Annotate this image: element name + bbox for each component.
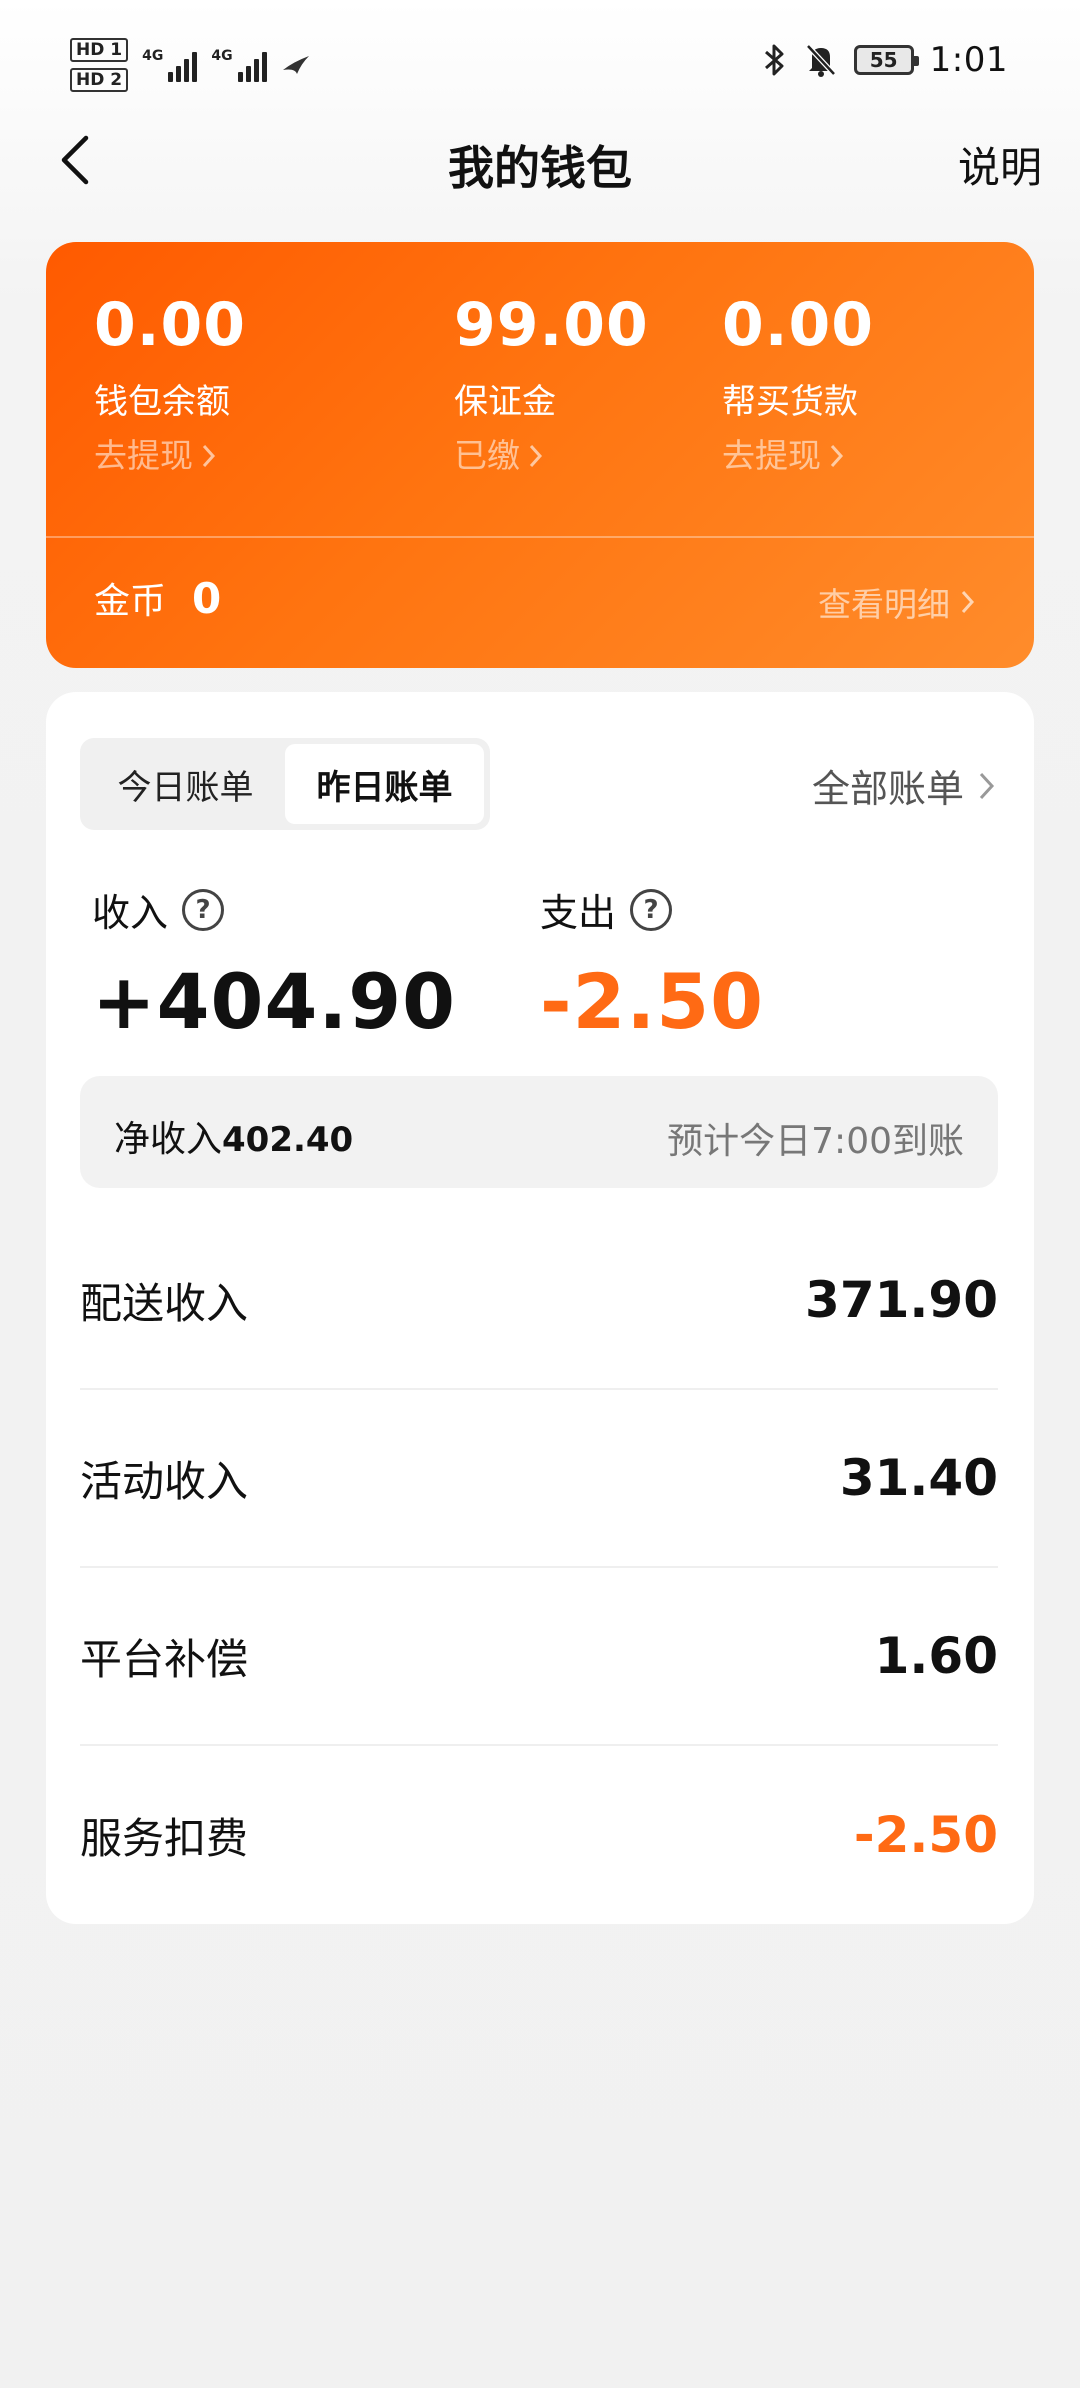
expense-help-icon[interactable]: ? — [630, 888, 673, 931]
deposit-status-label: 已缴 — [454, 436, 520, 475]
row-label: 平台补偿 — [80, 1634, 249, 1684]
wallet-summary-card: 0.00 钱包余额 去提现 99.00 保证金 已缴 0.00 帮买货款 去提现 — [46, 242, 1034, 668]
bill-period-tabs: 今日账单 昨日账单 — [80, 738, 490, 830]
purchase-funds-col: 0.00 帮买货款 去提现 — [722, 290, 874, 476]
purchase-funds-label: 帮买货款 — [722, 382, 858, 422]
status-right: 55 1:01 — [762, 40, 1008, 80]
chevron-right-icon — [529, 444, 543, 468]
status-left: HD 1 HD 2 4G 4G — [70, 38, 311, 92]
chevron-right-icon — [202, 444, 216, 468]
bill-card: 今日账单 昨日账单 全部账单 收入 ? +404.90 支出 ? -2.50 净… — [46, 692, 1034, 1924]
hd2-badge: HD 2 — [70, 68, 129, 92]
deposit-status-link[interactable]: 已缴 — [454, 436, 649, 476]
bluetooth-icon — [764, 44, 784, 76]
bill-breakdown-list: 配送收入 371.90 活动收入 31.40 平台补偿 1.60 服务扣费 -2… — [80, 1212, 998, 1924]
list-item: 平台补偿 1.60 — [80, 1568, 998, 1746]
network-label-1: 4G — [142, 48, 164, 64]
list-item: 服务扣费 -2.50 — [80, 1746, 998, 1924]
row-label: 活动收入 — [80, 1456, 249, 1506]
row-value: -2.50 — [853, 1806, 998, 1864]
signal-icon-1: 4G — [142, 48, 198, 82]
deposit-col: 99.00 保证金 已缴 — [454, 290, 649, 476]
explanation-link[interactable]: 说明 — [958, 134, 1042, 195]
expense-header: 支出 ? — [540, 882, 764, 937]
clock: 1:01 — [929, 40, 1008, 80]
net-income: 净收入 402.40 — [114, 1110, 353, 1162]
income-label: 收入 — [92, 891, 169, 935]
deposit-label: 保证金 — [454, 382, 556, 422]
coins-value: 0 — [192, 573, 222, 623]
row-value: 31.40 — [839, 1449, 998, 1507]
nav-bar: 我的钱包 说明 — [0, 120, 1080, 200]
income-help-icon[interactable]: ? — [182, 888, 225, 931]
row-label: 配送收入 — [80, 1278, 249, 1328]
wallet-balance-label: 钱包余额 — [94, 382, 230, 422]
all-bills-label: 全部账单 — [811, 767, 964, 811]
tab-yesterday-bill[interactable]: 昨日账单 — [285, 744, 484, 824]
arrival-note: 预计今日7:00到账 — [667, 1121, 964, 1162]
net-income-label: 净收入 — [114, 1119, 223, 1160]
bird-icon — [282, 56, 309, 74]
expense-summary: 支出 ? -2.50 — [540, 882, 764, 1046]
net-income-value: 402.40 — [222, 1120, 354, 1160]
view-details-label: 查看明细 — [818, 585, 950, 624]
page-title: 我的钱包 — [448, 141, 632, 195]
wallet-balance-amount: 0.00 — [94, 290, 247, 360]
expense-value: -2.50 — [540, 957, 765, 1046]
withdraw-purchase-link[interactable]: 去提现 — [722, 436, 874, 476]
income-header: 收入 ? — [92, 882, 456, 937]
net-income-box: 净收入 402.40 预计今日7:00到账 — [80, 1076, 998, 1188]
bell-muted-icon — [805, 44, 836, 77]
wallet-balance-col: 0.00 钱包余额 去提现 — [94, 290, 246, 476]
hd-indicators: HD 1 HD 2 — [70, 38, 129, 92]
row-value: 371.90 — [805, 1271, 998, 1329]
list-item: 配送收入 371.90 — [80, 1212, 998, 1390]
expense-label: 支出 — [540, 891, 617, 935]
status-bar: HD 1 HD 2 4G 4G 55 1:01 — [0, 0, 1080, 130]
row-value: 1.60 — [874, 1627, 998, 1685]
row-label: 服务扣费 — [80, 1813, 249, 1863]
withdraw-balance-label: 去提现 — [94, 436, 193, 475]
chevron-right-icon — [979, 772, 995, 799]
withdraw-balance-link[interactable]: 去提现 — [94, 436, 246, 476]
coins-row: 金币 0 — [94, 572, 221, 624]
coins-label: 金币 — [94, 581, 167, 622]
list-item: 活动收入 31.40 — [80, 1390, 998, 1568]
withdraw-purchase-label: 去提现 — [722, 436, 821, 475]
deposit-amount: 99.00 — [454, 290, 649, 360]
income-summary: 收入 ? +404.90 — [92, 882, 456, 1046]
hd1-badge: HD 1 — [70, 38, 129, 62]
card-divider — [46, 536, 1034, 538]
network-label-2: 4G — [211, 48, 233, 64]
tab-today-bill[interactable]: 今日账单 — [86, 744, 285, 824]
chevron-right-icon — [830, 444, 844, 468]
income-value: +404.90 — [92, 957, 456, 1046]
chevron-right-icon — [961, 590, 975, 614]
all-bills-link[interactable]: 全部账单 — [812, 758, 996, 813]
purchase-funds-amount: 0.00 — [722, 290, 875, 360]
battery-indicator: 55 — [853, 45, 919, 75]
view-details-link[interactable]: 查看明细 — [818, 578, 976, 626]
signal-icon-2: 4G — [211, 48, 267, 82]
wallet-page: HD 1 HD 2 4G 4G 55 1:01 我的钱包 说明 0.00 钱包余… — [0, 0, 1080, 2388]
